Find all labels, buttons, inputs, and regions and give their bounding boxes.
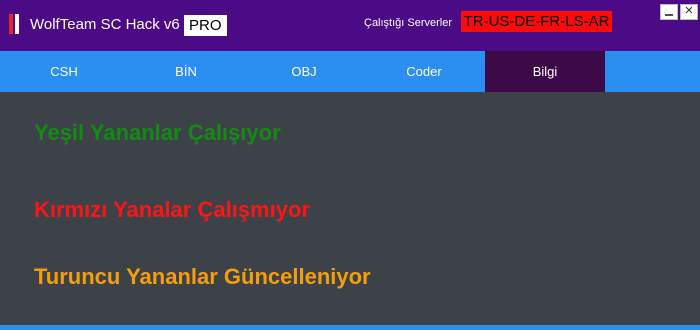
pro-badge: PRO — [184, 15, 227, 36]
tab-csh[interactable]: CSH — [0, 51, 128, 92]
info-panel: Yeşil Yananlar Çalışıyor Kırmızı Yanalar… — [5, 92, 695, 325]
tab-obj[interactable]: OBJ — [244, 51, 364, 92]
tab-bilgi[interactable]: Bilgi — [485, 51, 605, 92]
close-button[interactable]: ✕ — [680, 4, 698, 20]
status-orange-text: Turuncu Yananlar Güncelleniyor — [34, 264, 371, 289]
status-green-text: Yeşil Yananlar Çalışıyor — [34, 120, 281, 145]
minimize-icon — [665, 14, 673, 16]
title-bar: WolfTeam SC Hack v6 PRO Çalıştığı Server… — [0, 0, 700, 51]
status-red-text: Kırmızı Yanalar Çalışmıyor — [34, 197, 310, 222]
app-title: WolfTeam SC Hack v6 — [30, 16, 180, 33]
close-icon: ✕ — [684, 5, 694, 17]
bottom-border — [0, 325, 700, 330]
tab-coder[interactable]: Coder — [364, 51, 484, 92]
tab-bar: CSH BİN OBJ Coder Bilgi — [0, 51, 700, 92]
servers-label: Çalıştığı Serverler — [364, 17, 453, 29]
minimize-button[interactable] — [660, 4, 678, 20]
app-logo-icon — [9, 14, 19, 34]
app-window: WolfTeam SC Hack v6 PRO Çalıştığı Server… — [0, 0, 700, 330]
tab-bin[interactable]: BİN — [128, 51, 244, 92]
servers-value: TR-US-DE-FR-LS-AR — [461, 11, 612, 32]
